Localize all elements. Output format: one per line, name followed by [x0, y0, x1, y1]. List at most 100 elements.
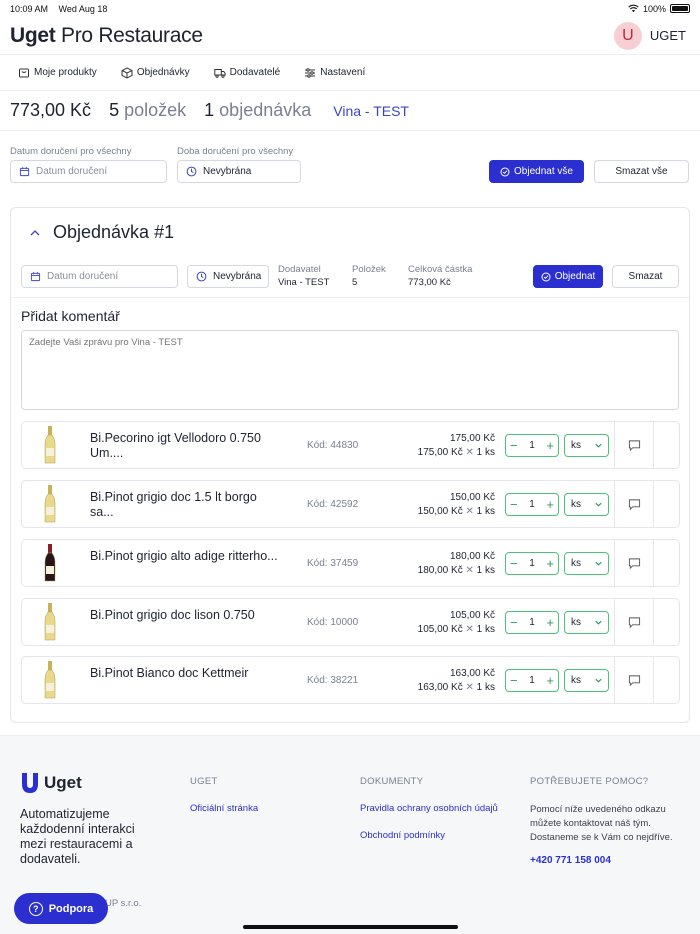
delete-order-button[interactable]: Smazat [612, 265, 679, 288]
product-code: Kód: 42592 [307, 499, 359, 510]
truck-icon [213, 68, 226, 78]
times-icon: ✕ [465, 506, 474, 517]
product-name[interactable]: Bi.Pecorino igt Vellodoro 0.750 Um.... [90, 431, 280, 461]
quantity-stepper: − 1 + [505, 669, 559, 692]
order-time-field[interactable]: Nevybrána [187, 265, 269, 288]
order-button[interactable]: Objednat [533, 265, 603, 288]
battery-icon [670, 4, 690, 13]
product-comment-button[interactable] [614, 481, 654, 527]
plus-icon[interactable]: + [546, 498, 554, 511]
product-name[interactable]: Bi.Pinot grigio doc 1.5 lt borgo sa... [90, 490, 280, 520]
global-delivery-row: Datum doručení pro všechny Datum doručen… [10, 146, 690, 186]
nav-item-orders[interactable]: Objednávky [121, 66, 190, 79]
times-icon: ✕ [465, 624, 474, 635]
product-code: Kód: 10000 [307, 617, 359, 628]
product-row: Bi.Pecorino igt Vellodoro 0.750 Um.... K… [21, 421, 680, 469]
company-name: UP s.r.o. [105, 898, 142, 909]
order-total-amount: Celková částka 773,00 Kč [408, 264, 473, 288]
plus-icon[interactable]: + [546, 557, 554, 570]
clock-icon [196, 271, 207, 282]
support-button[interactable]: ? Podpora [14, 893, 108, 924]
product-name[interactable]: Bi.Pinot Bianco doc Kettmeir [90, 666, 280, 681]
quantity-stepper: − 1 + [505, 493, 559, 516]
user-name: UGET [649, 28, 686, 43]
unit-select[interactable]: ks [564, 611, 609, 634]
global-date-label: Datum doručení pro všechny [10, 146, 132, 157]
summary-supplier[interactable]: Vina - TEST [333, 103, 409, 119]
footer-col-uget: UGET Oficiální stránka [190, 776, 259, 814]
quantity-value[interactable]: 1 [529, 675, 535, 686]
status-bar: 10:09 AM Wed Aug 18 100% [0, 0, 700, 17]
nav-item-settings[interactable]: Nastavení [304, 67, 365, 79]
global-time-field[interactable]: Nevybrána [177, 160, 301, 183]
product-code: Kód: 38221 [307, 675, 359, 686]
chevron-up-icon[interactable] [29, 227, 41, 239]
order-all-button[interactable]: Objednat vše [489, 160, 584, 183]
minus-icon[interactable]: − [510, 498, 518, 511]
plus-icon[interactable]: + [546, 674, 554, 687]
unit-select[interactable]: ks [564, 434, 609, 457]
minus-icon[interactable]: − [510, 439, 518, 452]
product-row: Bi.Pinot grigio doc 1.5 lt borgo sa... K… [21, 480, 680, 528]
order-header[interactable]: Objednávka #1 [29, 222, 174, 243]
app-header: Uget Pro Restaurace U UGET [0, 17, 700, 55]
product-comment-button[interactable] [614, 540, 654, 586]
times-icon: ✕ [465, 682, 474, 693]
minus-icon[interactable]: − [510, 557, 518, 570]
product-row: Bi.Pinot grigio alto adige ritterho... K… [21, 539, 680, 587]
product-name[interactable]: Bi.Pinot grigio alto adige ritterho... [90, 549, 280, 564]
calendar-icon [19, 167, 30, 177]
chevron-down-icon [595, 561, 602, 566]
product-code: Kód: 37459 [307, 558, 359, 569]
nav-item-suppliers[interactable]: Dodavatelé [213, 67, 280, 79]
unit-select[interactable]: ks [564, 552, 609, 575]
footer-tagline: Automatizujeme každodenní interakci mezi… [20, 807, 135, 866]
order-date-field[interactable]: Datum doručení [21, 265, 178, 288]
order-supplier: Dodavatel Vina - TEST [278, 264, 330, 288]
support-phone-link[interactable]: +420 771 158 004 [530, 855, 680, 866]
terms-link[interactable]: Obchodní podmínky [360, 830, 498, 841]
product-price: 150,00 Kč 150,00 Kč ✕ 1 ks [417, 492, 495, 517]
comment-input[interactable] [21, 330, 679, 410]
order-meta-row: Datum doručení Nevybrána Dodavatel Vina … [11, 260, 689, 296]
comment-icon [628, 557, 640, 569]
unit-select[interactable]: ks [564, 493, 609, 516]
quantity-stepper: − 1 + [505, 611, 559, 634]
quantity-value[interactable]: 1 [529, 617, 535, 628]
wine-bottle-icon [44, 426, 56, 464]
quantity-value[interactable]: 1 [529, 499, 535, 510]
product-comment-button[interactable] [614, 422, 654, 468]
app-title[interactable]: Uget Pro Restaurace [10, 24, 203, 48]
quantity-value[interactable]: 1 [529, 440, 535, 451]
order-title: Objednávka #1 [53, 222, 175, 242]
user-menu[interactable]: U UGET [613, 21, 686, 50]
quantity-value[interactable]: 1 [529, 558, 535, 569]
minus-icon[interactable]: − [510, 616, 518, 629]
box-icon [121, 66, 133, 79]
footer-col-documents: DOKUMENTY Pravidla ochrany osobních údaj… [360, 776, 498, 841]
privacy-link[interactable]: Pravidla ochrany osobních údajů [360, 803, 498, 814]
comment-icon [628, 616, 640, 628]
plus-icon[interactable]: + [546, 439, 554, 452]
global-date-field[interactable]: Datum doručení [10, 160, 167, 183]
check-circle-icon [541, 271, 551, 282]
chevron-down-icon [595, 502, 602, 507]
plus-icon[interactable]: + [546, 616, 554, 629]
nav-item-products[interactable]: Moje produkty [18, 67, 97, 79]
product-comment-button[interactable] [614, 599, 654, 645]
minus-icon[interactable]: − [510, 674, 518, 687]
home-indicator [243, 925, 458, 929]
delete-all-button[interactable]: Smazat vše [594, 160, 689, 183]
product-comment-button[interactable] [614, 657, 654, 703]
unit-select[interactable]: ks [564, 669, 609, 692]
status-time: 10:09 AM [10, 3, 49, 14]
main-nav: Moje produkty Objednávky Dodavatelé Nast… [0, 55, 700, 91]
summary-orders: 1 objednávka [204, 100, 312, 120]
sliders-icon [305, 67, 316, 78]
wine-bottle-icon [44, 661, 56, 699]
uget-logo-icon [22, 773, 38, 793]
official-site-link[interactable]: Oficiální stránka [190, 803, 258, 814]
calendar-icon [30, 272, 41, 282]
quantity-stepper: − 1 + [505, 552, 559, 575]
product-name[interactable]: Bi.Pinot grigio doc lison 0.750 [90, 608, 280, 623]
